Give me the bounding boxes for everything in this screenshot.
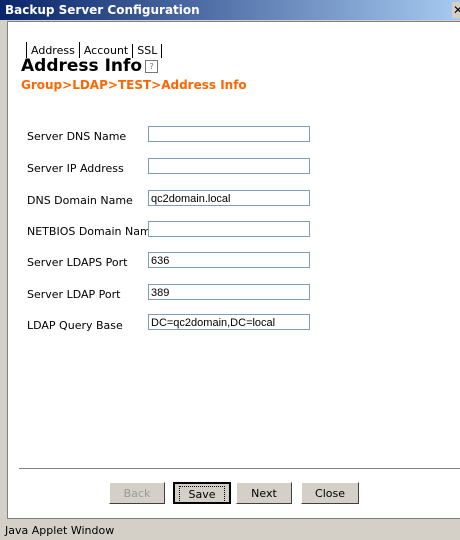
ldap-query-base-input[interactable]: DC=qc2domain,DC=local	[148, 314, 310, 330]
divider	[19, 468, 460, 472]
next-button[interactable]: Next	[236, 482, 292, 504]
netbios-domain-name-input[interactable]	[148, 221, 310, 237]
server-ldap-port-label: Server LDAP Port	[27, 288, 121, 301]
breadcrumb: Group>LDAP>TEST>Address Info	[21, 78, 247, 92]
close-button[interactable]: Close	[301, 482, 359, 504]
page-heading: Address Info ?	[21, 56, 159, 76]
help-icon[interactable]: ?	[145, 59, 159, 73]
status-bar-text: Java Applet Window	[5, 524, 115, 537]
page-title: Address Info	[21, 56, 143, 76]
config-panel: Address Account SSL Address Info ? Group…	[7, 21, 460, 519]
status-bar: Java Applet Window	[0, 520, 460, 540]
server-ip-address-label: Server IP Address	[27, 162, 124, 175]
save-button[interactable]: Save	[173, 482, 231, 504]
dns-domain-name-label: DNS Domain Name	[27, 194, 133, 207]
server-ip-address-input[interactable]	[148, 158, 310, 174]
netbios-domain-name-label: NETBIOS Domain Name	[27, 225, 158, 238]
server-dns-name-input[interactable]	[148, 126, 310, 142]
close-icon[interactable]: ✕	[452, 2, 460, 18]
back-button[interactable]: Back	[109, 482, 165, 504]
server-ldaps-port-label: Server LDAPS Port	[27, 256, 128, 269]
ldap-query-base-label: LDAP Query Base	[27, 319, 123, 332]
title-bar: Backup Server Configuration ✕	[0, 0, 460, 20]
save-button-label: Save	[179, 486, 225, 503]
server-dns-name-label: Server DNS Name	[27, 130, 127, 143]
dns-domain-name-input[interactable]: qc2domain.local	[148, 190, 310, 206]
server-ldaps-port-input[interactable]: 636	[148, 252, 310, 268]
server-ldap-port-input[interactable]: 389	[148, 284, 310, 300]
window-title: Backup Server Configuration	[5, 3, 200, 17]
